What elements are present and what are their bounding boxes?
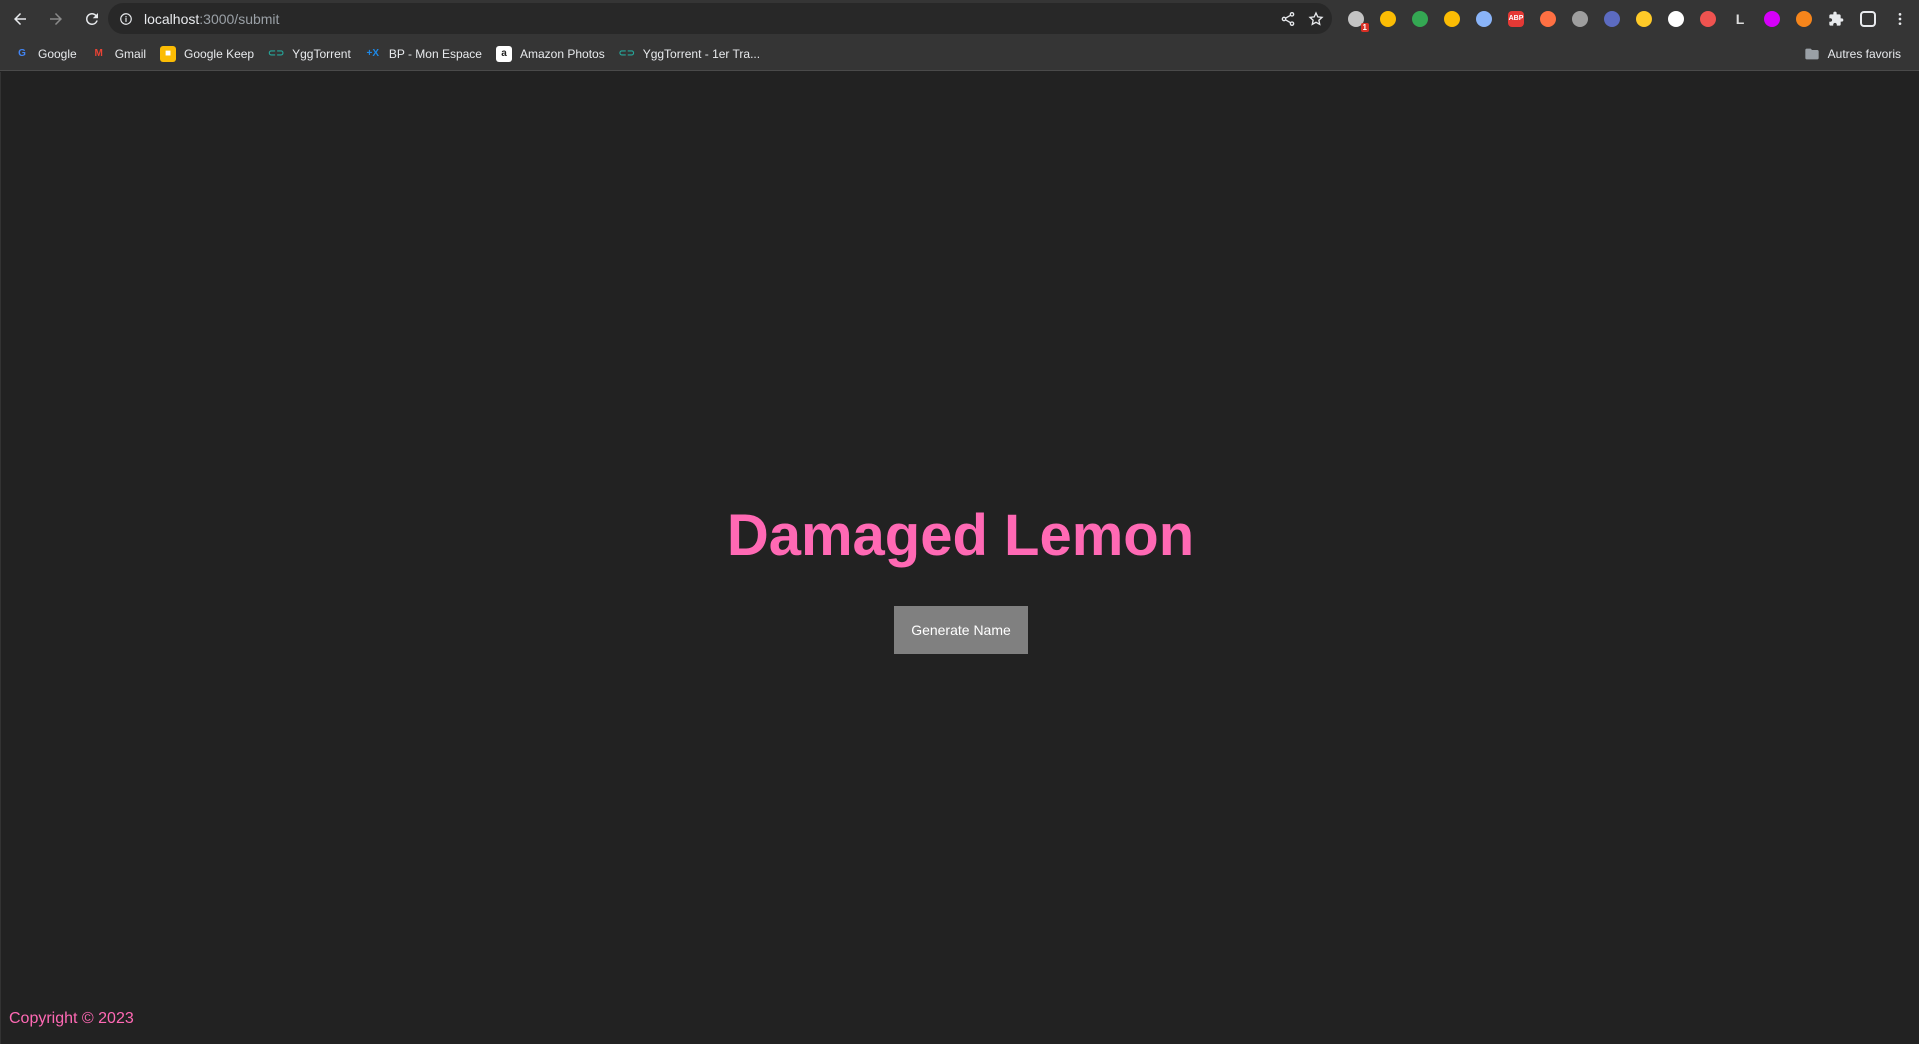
pen-icon-glyph — [1636, 10, 1652, 27]
footer-copyright: Copyright © 2023 — [9, 1010, 134, 1027]
share-icon[interactable] — [1280, 11, 1296, 27]
extensions-bar: 1 ABP L — [1340, 0, 1916, 37]
sidepanel-icon[interactable] — [1852, 3, 1884, 35]
bp-icon: +X — [366, 48, 380, 59]
pen-icon[interactable] — [1628, 3, 1660, 35]
url-host: localhost — [144, 10, 200, 27]
cloud-icon[interactable] — [1468, 3, 1500, 35]
metamask-icon[interactable] — [1788, 3, 1820, 35]
page-content: Damaged Lemon Generate Name Copyright © … — [0, 72, 1919, 1044]
bookmark-label: BP - Mon Espace — [388, 46, 482, 61]
extension-icon-glyph — [1700, 10, 1716, 27]
bookmark-google-keep[interactable]: ■ Google Keep — [154, 40, 262, 68]
bookmark-label: YggTorrent — [292, 46, 351, 61]
drive-icon-glyph — [1412, 10, 1428, 27]
extension-icon-glyph — [1764, 10, 1780, 27]
bookmark-gmail[interactable]: M Gmail — [85, 40, 154, 68]
other-bookmarks-label: Autres favoris — [1827, 47, 1901, 61]
lock-icon-glyph — [1444, 10, 1460, 27]
url-path: :3000/submit — [199, 10, 280, 27]
forward-button[interactable] — [40, 3, 72, 35]
extension-icon[interactable] — [1692, 3, 1724, 35]
extension-icon-glyph — [1540, 10, 1556, 27]
extension-icon[interactable] — [1532, 3, 1564, 35]
extension-icon-glyph — [1572, 10, 1588, 27]
keep-icon: ■ — [160, 45, 177, 62]
bookmarks-bar: G Google M Gmail ■ Google Keep ⊂⊃ YggTorrent +X B… — [0, 37, 1919, 71]
gmail-icon: M — [94, 48, 103, 59]
site-info-icon[interactable] — [118, 11, 134, 27]
keep-extension-icon-glyph — [1380, 10, 1396, 27]
lock-icon[interactable] — [1436, 3, 1468, 35]
generate-name-button[interactable]: Generate Name — [894, 606, 1028, 654]
extension-icon-glyph: L — [1735, 10, 1745, 27]
address-bar[interactable]: localhost:3000/submit — [108, 3, 1332, 34]
reload-button[interactable] — [76, 3, 108, 35]
puzzle-icon-glyph — [1828, 11, 1844, 27]
google-icon: G — [18, 48, 26, 59]
drive-icon[interactable] — [1404, 3, 1436, 35]
extension-icon[interactable]: L — [1724, 3, 1756, 35]
bookmark-label: Amazon Photos — [519, 46, 605, 61]
back-button[interactable] — [4, 3, 36, 35]
bookmark-label: YggTorrent - 1er Tra... — [642, 46, 761, 61]
extension-icon[interactable] — [1660, 3, 1692, 35]
arrow-right-icon — [50, 12, 62, 25]
extension-icon[interactable] — [1596, 3, 1628, 35]
browser-toolbar: localhost:3000/submit 1 ABP L — [0, 0, 1919, 37]
extension-icon[interactable] — [1756, 3, 1788, 35]
folder-icon — [1804, 46, 1820, 62]
extension-badge-icon[interactable]: 1 — [1340, 3, 1372, 35]
reload-icon — [86, 12, 98, 25]
star-icon[interactable] — [1308, 10, 1324, 27]
puzzle-icon[interactable] — [1820, 3, 1852, 35]
abp-icon[interactable]: ABP — [1500, 3, 1532, 35]
bookmark-yggtorrent[interactable]: ⊂⊃ YggTorrent — [262, 40, 359, 68]
url-text: localhost:3000/submit — [144, 11, 279, 27]
extension-icon-glyph — [1604, 10, 1620, 27]
metamask-icon-glyph — [1796, 10, 1812, 27]
bookmark-amazon-photos[interactable]: a Amazon Photos — [490, 40, 613, 68]
bookmark-google[interactable]: G Google — [8, 40, 85, 68]
abp-icon-glyph: ABP — [1508, 10, 1524, 27]
other-bookmarks-folder[interactable]: Autres favoris — [1798, 40, 1909, 68]
extension-icon-glyph — [1668, 10, 1684, 27]
cloud-icon-glyph — [1476, 10, 1492, 27]
extension-badge: 1 — [1360, 22, 1369, 32]
bookmark-yggtorrent-1er-tra[interactable]: ⊂⊃ YggTorrent - 1er Tra... — [613, 40, 768, 68]
bookmark-label: Gmail — [114, 46, 147, 61]
bookmark-bp-mon-espace[interactable]: +X BP - Mon Espace — [359, 40, 490, 68]
sidepanel-icon-glyph — [1860, 10, 1876, 27]
menu-icon-glyph — [1892, 11, 1908, 27]
page-title: Damaged Lemon — [726, 503, 1195, 568]
bookmark-label: Google — [38, 46, 77, 61]
extension-icon[interactable] — [1564, 3, 1596, 35]
extension-badge-icon-glyph: 1 — [1348, 10, 1369, 32]
keep-extension-icon[interactable] — [1372, 3, 1404, 35]
amazon-icon: a — [495, 45, 512, 62]
ygg-icon: ⊂⊃ — [618, 48, 636, 59]
arrow-left-icon — [14, 12, 26, 25]
ygg-icon: ⊂⊃ — [267, 48, 285, 59]
menu-icon[interactable] — [1884, 3, 1916, 35]
bookmark-label: Google Keep — [184, 46, 255, 61]
